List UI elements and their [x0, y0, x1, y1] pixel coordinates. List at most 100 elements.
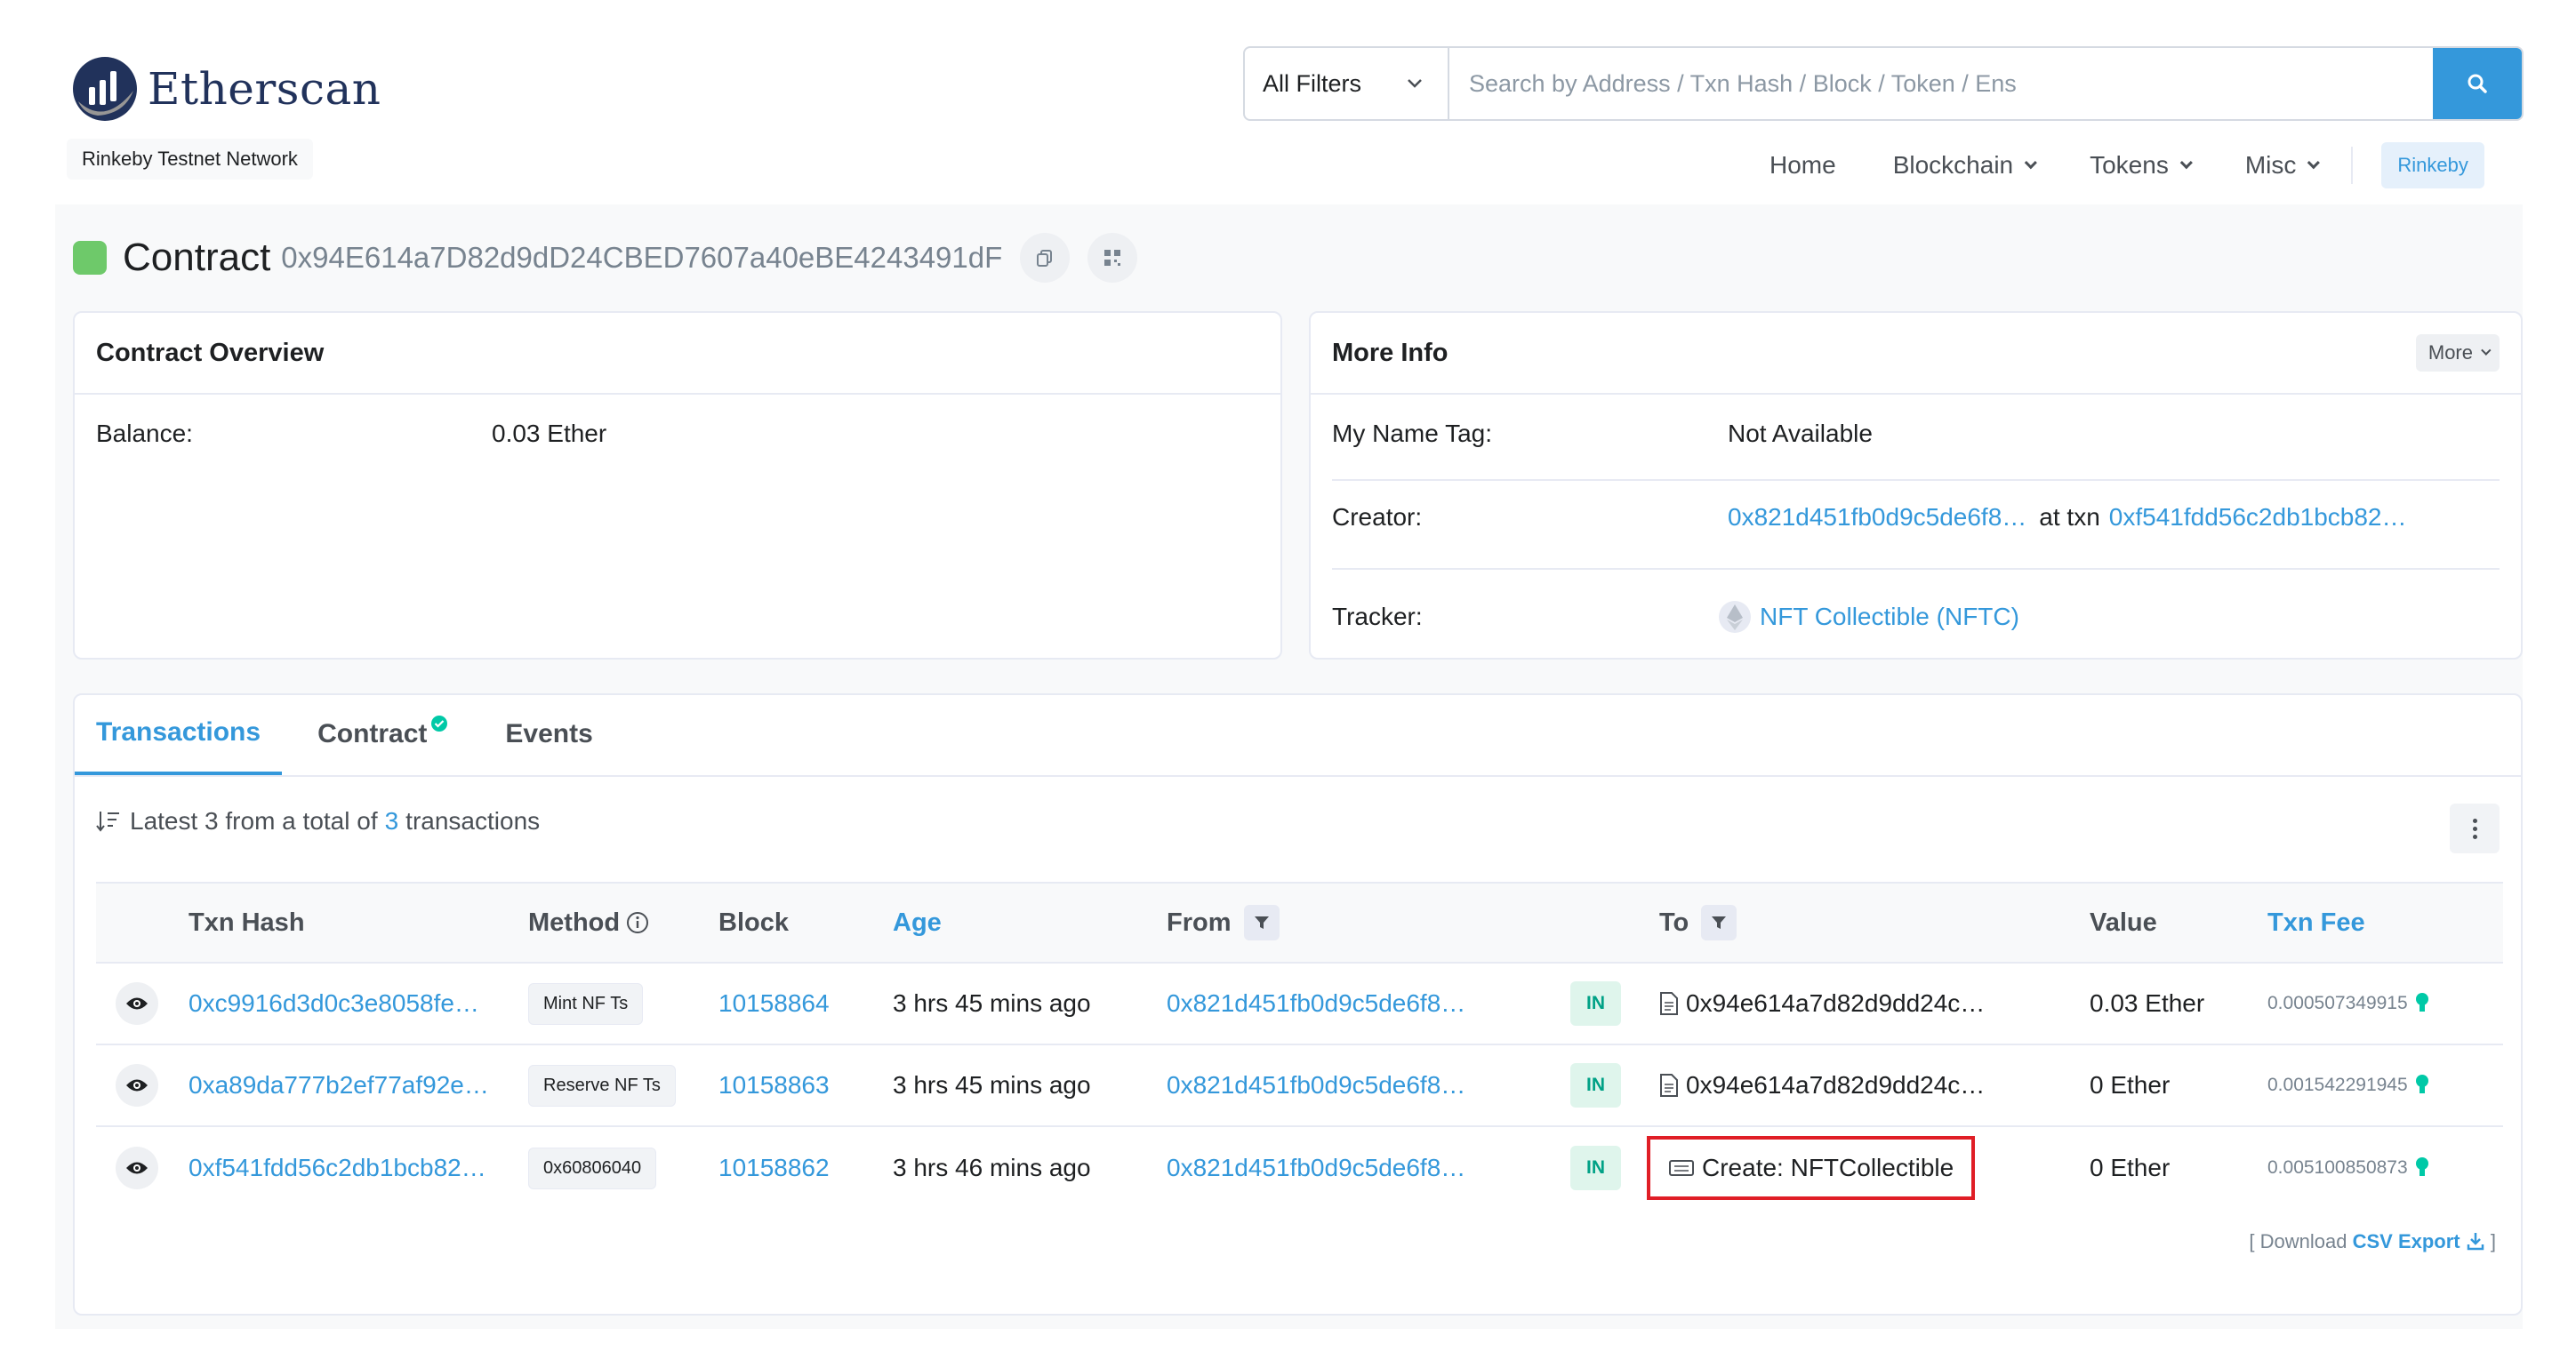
- txn-fee-cell: 0.000507349915: [2267, 993, 2408, 1013]
- tab-events[interactable]: Events: [505, 693, 592, 775]
- nav-misc[interactable]: Misc: [2244, 151, 2321, 180]
- creator-address-link[interactable]: 0x821d451fb0d9c5de6f8…: [1728, 503, 2026, 532]
- transactions-summary: Latest 3 from a total of 3 transactions: [96, 807, 540, 836]
- transactions-table: Txn Hash Method Block Age From To Value …: [96, 882, 2503, 1209]
- more-info-card: More Info More My Name Tag: Not Availabl…: [1309, 311, 2523, 660]
- more-options-button[interactable]: [2450, 804, 2500, 853]
- summary-count-link[interactable]: 3: [385, 807, 399, 836]
- block-link[interactable]: 10158863: [718, 1045, 830, 1125]
- summary-prefix: Latest 3 from a total of: [130, 807, 378, 835]
- value-cell: 0.03 Ether: [2090, 989, 2205, 1017]
- col-block: Block: [718, 908, 789, 937]
- qr-code-button[interactable]: [1087, 233, 1138, 283]
- contract-address: 0x94E614a7D82d9dD24CBED7607a40eBE4243491…: [281, 241, 1003, 274]
- chevron-down-icon: [1408, 79, 1422, 88]
- name-tag-row: My Name Tag: Not Available: [1332, 420, 2500, 448]
- eye-icon: [126, 997, 148, 1010]
- to-address: 0x94e614a7d82d9dd24c…: [1686, 1071, 1986, 1099]
- txn-hash-link[interactable]: 0xa89da777b2ef77af92e…: [189, 1045, 489, 1125]
- balance-row: Balance: 0.03 Ether: [96, 420, 1259, 448]
- direction-badge: IN: [1570, 1146, 1621, 1190]
- preview-button[interactable]: [116, 982, 158, 1025]
- direction-badge: IN: [1570, 1063, 1621, 1108]
- name-tag-label: My Name Tag:: [1332, 420, 1492, 447]
- col-to-label: To: [1659, 908, 1689, 937]
- filter-select[interactable]: All Filters: [1245, 48, 1449, 119]
- nav-home[interactable]: Home: [1769, 151, 1836, 180]
- logo-text: Etherscan: [148, 63, 381, 115]
- preview-button[interactable]: [116, 1064, 158, 1107]
- chevron-down-icon: [2307, 156, 2321, 170]
- contract-overview-heading: Contract Overview: [75, 313, 1280, 395]
- tracker-link[interactable]: NFT Collectible (NFTC): [1760, 603, 2019, 631]
- to-filter-button[interactable]: [1701, 905, 1737, 940]
- contract-creation-highlight[interactable]: Create: NFTCollectible: [1647, 1136, 1976, 1200]
- from-address-link[interactable]: 0x821d451fb0d9c5de6f8…: [1167, 964, 1465, 1044]
- search-button[interactable]: [2433, 48, 2522, 119]
- search-icon: [2468, 74, 2487, 93]
- col-txn-hash: Txn Hash: [189, 908, 305, 937]
- gas-bulb-icon: [2415, 1157, 2428, 1176]
- age-cell: 3 hrs 46 mins ago: [893, 1154, 1091, 1181]
- col-from-label: From: [1167, 908, 1232, 937]
- tab-contract[interactable]: Contract: [317, 693, 448, 775]
- from-address-link[interactable]: 0x821d451fb0d9c5de6f8…: [1167, 1127, 1465, 1209]
- nav-divider: [2351, 147, 2354, 184]
- nav-blockchain[interactable]: Blockchain: [1892, 151, 2038, 180]
- search-bar: All Filters: [1243, 46, 2524, 121]
- download-icon: [2467, 1233, 2484, 1251]
- copy-icon: [1037, 250, 1053, 267]
- col-from: From: [1167, 884, 1280, 962]
- age-cell: 3 hrs 45 mins ago: [893, 1071, 1091, 1099]
- csv-export-link[interactable]: CSV Export: [2353, 1230, 2460, 1252]
- network-button[interactable]: Rinkeby: [2381, 142, 2484, 188]
- info-icon[interactable]: [625, 910, 650, 935]
- value-cell: 0 Ether: [2090, 1154, 2171, 1181]
- txn-hash-link[interactable]: 0xc9916d3d0c3e8058fe…: [189, 964, 479, 1044]
- age-cell: 3 hrs 45 mins ago: [893, 989, 1091, 1017]
- kebab-dot: [2472, 818, 2477, 823]
- etherscan-logo[interactable]: Etherscan: [71, 55, 381, 123]
- block-link[interactable]: 10158862: [718, 1127, 830, 1209]
- tab-transactions[interactable]: Transactions: [75, 693, 283, 775]
- creator-row: Creator: 0x821d451fb0d9c5de6f8… at txn 0…: [1332, 503, 2500, 532]
- more-button-label: More: [2428, 341, 2473, 364]
- tab-transactions-label: Transactions: [96, 717, 261, 747]
- etherscan-logo-icon: [73, 57, 137, 121]
- creator-txn-link[interactable]: 0xf541fdd56c2db1bcb82…: [2109, 503, 2407, 532]
- search-input[interactable]: [1449, 48, 2433, 119]
- col-age-toggle[interactable]: Age: [893, 884, 942, 962]
- filter-icon: [1712, 916, 1727, 929]
- txn-hash-link[interactable]: 0xf541fdd56c2db1bcb82…: [189, 1127, 486, 1209]
- contract-identicon: [73, 241, 107, 275]
- table-row: 0xa89da777b2ef77af92e… Reserve NF Ts 101…: [96, 1045, 2503, 1127]
- from-address-link[interactable]: 0x821d451fb0d9c5de6f8…: [1167, 1045, 1465, 1125]
- eye-icon: [126, 1162, 148, 1174]
- table-row: 0xc9916d3d0c3e8058fe… Mint NF Ts 1015886…: [96, 964, 2503, 1045]
- method-badge: 0x60806040: [528, 1147, 657, 1189]
- col-txn-fee-toggle[interactable]: Txn Fee: [2267, 884, 2365, 962]
- from-filter-button[interactable]: [1243, 905, 1280, 940]
- nav-misc-label: Misc: [2244, 151, 2297, 179]
- preview-button[interactable]: [116, 1147, 158, 1189]
- eye-icon: [126, 1079, 148, 1092]
- col-method: Method: [528, 884, 650, 962]
- balance-value: 0.03 Ether: [492, 420, 607, 447]
- value-cell: 0 Ether: [2090, 1071, 2171, 1099]
- contract-file-icon: [1660, 992, 1678, 1015]
- txn-fee-cell: 0.005100850873: [2267, 1157, 2408, 1178]
- tab-bar: Transactions Contract Events: [75, 695, 2521, 777]
- block-link[interactable]: 10158864: [718, 964, 830, 1044]
- to-create-label: Create: NFTCollectible: [1702, 1154, 1954, 1181]
- nav-blockchain-label: Blockchain: [1892, 151, 2014, 179]
- nav-tokens[interactable]: Tokens: [2090, 151, 2193, 180]
- more-dropdown-button[interactable]: More: [2415, 334, 2500, 372]
- creator-at-txn-label: at txn: [2039, 503, 2100, 531]
- more-info-heading: More Info More: [1311, 313, 2521, 395]
- filter-select-label: All Filters: [1263, 69, 1362, 97]
- contract-title: Contract: [123, 236, 271, 279]
- nav-tokens-label: Tokens: [2090, 151, 2169, 179]
- csv-prefix: [ Download: [2249, 1230, 2347, 1252]
- copy-address-button[interactable]: [1020, 233, 1071, 283]
- qr-code-icon: [1104, 250, 1121, 266]
